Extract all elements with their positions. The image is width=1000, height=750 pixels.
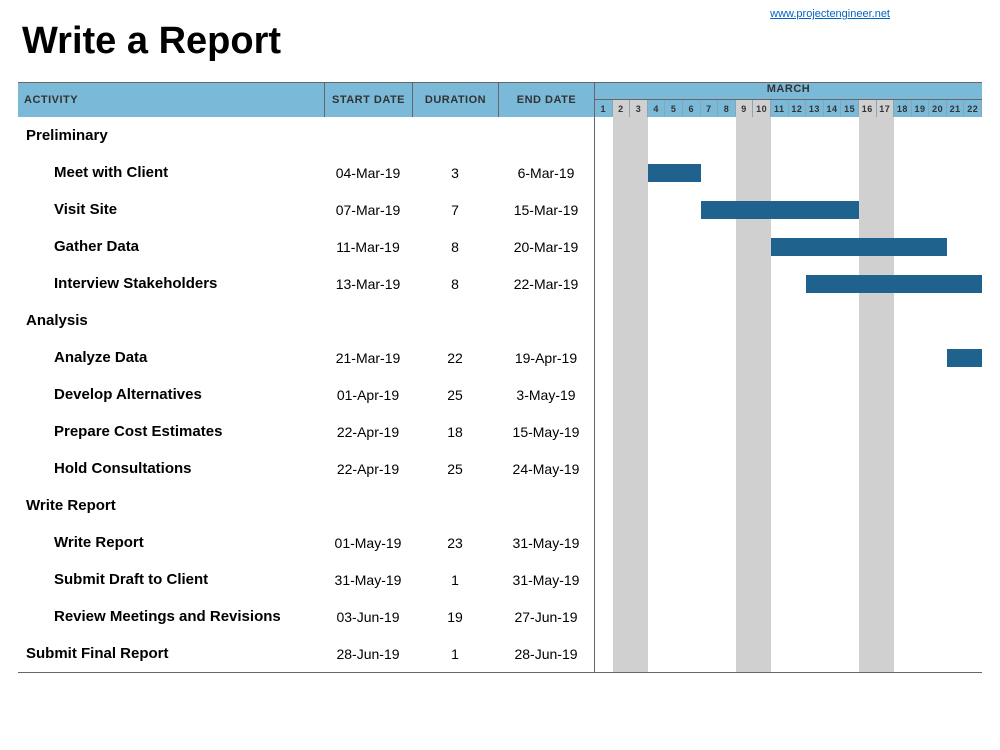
source-link[interactable]: www.projectengineer.net xyxy=(770,8,890,20)
col-header-start: START DATE xyxy=(324,83,412,117)
day-header-8: 8 xyxy=(718,100,736,117)
day-header-12: 12 xyxy=(789,100,807,117)
activity-cell: Submit Draft to Client xyxy=(18,571,324,588)
duration-cell: 1 xyxy=(412,572,498,588)
start-cell: 22-Apr-19 xyxy=(324,461,412,477)
duration-cell: 18 xyxy=(412,424,498,440)
duration-cell: 3 xyxy=(412,165,498,181)
gantt-bar xyxy=(701,201,859,219)
end-cell: 27-Jun-19 xyxy=(498,609,594,625)
month-label: MARCH xyxy=(595,83,982,100)
start-cell: 31-May-19 xyxy=(324,572,412,588)
start-cell: 13-Mar-19 xyxy=(324,276,412,292)
duration-cell: 25 xyxy=(412,461,498,477)
duration-cell: 23 xyxy=(412,535,498,551)
day-header-6: 6 xyxy=(683,100,701,117)
gantt-chart-area xyxy=(594,117,982,672)
duration-cell: 8 xyxy=(412,239,498,255)
activity-cell: Write Report xyxy=(18,497,324,514)
col-header-timeline: MARCH 1234567891011121314151617181920212… xyxy=(594,83,982,117)
day-header-11: 11 xyxy=(771,100,789,117)
day-header-18: 18 xyxy=(894,100,912,117)
day-header-19: 19 xyxy=(912,100,930,117)
activity-cell: Submit Final Report xyxy=(18,645,324,662)
start-cell: 01-May-19 xyxy=(324,535,412,551)
gantt-bar xyxy=(806,275,982,293)
start-cell: 11-Mar-19 xyxy=(324,239,412,255)
end-cell: 28-Jun-19 xyxy=(498,646,594,662)
start-cell: 22-Apr-19 xyxy=(324,424,412,440)
day-header-15: 15 xyxy=(841,100,859,117)
table-header: ACTIVITY START DATE DURATION END DATE MA… xyxy=(18,83,982,117)
duration-cell: 19 xyxy=(412,609,498,625)
day-header-2: 2 xyxy=(613,100,631,117)
start-cell: 21-Mar-19 xyxy=(324,350,412,366)
activity-cell: Analyze Data xyxy=(18,349,324,366)
day-header-22: 22 xyxy=(964,100,982,117)
activity-cell: Visit Site xyxy=(18,201,324,218)
end-cell: 15-Mar-19 xyxy=(498,202,594,218)
weekend-band xyxy=(630,117,648,672)
end-cell: 20-Mar-19 xyxy=(498,239,594,255)
duration-cell: 8 xyxy=(412,276,498,292)
day-header-10: 10 xyxy=(753,100,771,117)
day-header-17: 17 xyxy=(877,100,895,117)
duration-cell: 1 xyxy=(412,646,498,662)
activity-cell: Prepare Cost Estimates xyxy=(18,423,324,440)
start-cell: 01-Apr-19 xyxy=(324,387,412,403)
day-header-5: 5 xyxy=(665,100,683,117)
end-cell: 24-May-19 xyxy=(498,461,594,477)
end-cell: 6-Mar-19 xyxy=(498,165,594,181)
activity-cell: Develop Alternatives xyxy=(18,386,324,403)
col-header-activity: ACTIVITY xyxy=(18,83,324,117)
activity-cell: Analysis xyxy=(18,312,324,329)
end-cell: 15-May-19 xyxy=(498,424,594,440)
start-cell: 28-Jun-19 xyxy=(324,646,412,662)
day-header-14: 14 xyxy=(824,100,842,117)
duration-cell: 25 xyxy=(412,387,498,403)
table-body: Preliminary Meet with Client04-Mar-1936-M… xyxy=(18,117,982,672)
end-cell: 31-May-19 xyxy=(498,572,594,588)
duration-cell: 22 xyxy=(412,350,498,366)
activity-cell: Gather Data xyxy=(18,238,324,255)
start-cell: 04-Mar-19 xyxy=(324,165,412,181)
col-header-duration: DURATION xyxy=(412,83,498,117)
day-header-1: 1 xyxy=(595,100,613,117)
day-header-21: 21 xyxy=(947,100,965,117)
gantt-table: ACTIVITY START DATE DURATION END DATE MA… xyxy=(18,82,982,673)
end-cell: 3-May-19 xyxy=(498,387,594,403)
day-header-13: 13 xyxy=(806,100,824,117)
day-header-16: 16 xyxy=(859,100,877,117)
start-cell: 03-Jun-19 xyxy=(324,609,412,625)
end-cell: 22-Mar-19 xyxy=(498,276,594,292)
start-cell: 07-Mar-19 xyxy=(324,202,412,218)
activity-cell: Meet with Client xyxy=(18,164,324,181)
gantt-bar xyxy=(648,164,701,182)
end-cell: 31-May-19 xyxy=(498,535,594,551)
activity-cell: Hold Consultations xyxy=(18,460,324,477)
weekend-band xyxy=(859,117,877,672)
day-header-20: 20 xyxy=(929,100,947,117)
day-header-9: 9 xyxy=(736,100,754,117)
gantt-bar xyxy=(771,238,947,256)
end-cell: 19-Apr-19 xyxy=(498,350,594,366)
activity-cell: Write Report xyxy=(18,534,324,551)
activity-cell: Preliminary xyxy=(18,127,324,144)
day-header-7: 7 xyxy=(701,100,719,117)
weekend-band xyxy=(613,117,631,672)
activity-cell: Interview Stakeholders xyxy=(18,275,324,292)
weekend-band xyxy=(877,117,895,672)
gantt-bar xyxy=(947,349,982,367)
activity-cell: Review Meetings and Revisions xyxy=(18,608,324,625)
col-header-end: END DATE xyxy=(498,83,594,117)
day-header-3: 3 xyxy=(630,100,648,117)
duration-cell: 7 xyxy=(412,202,498,218)
day-header-4: 4 xyxy=(648,100,666,117)
